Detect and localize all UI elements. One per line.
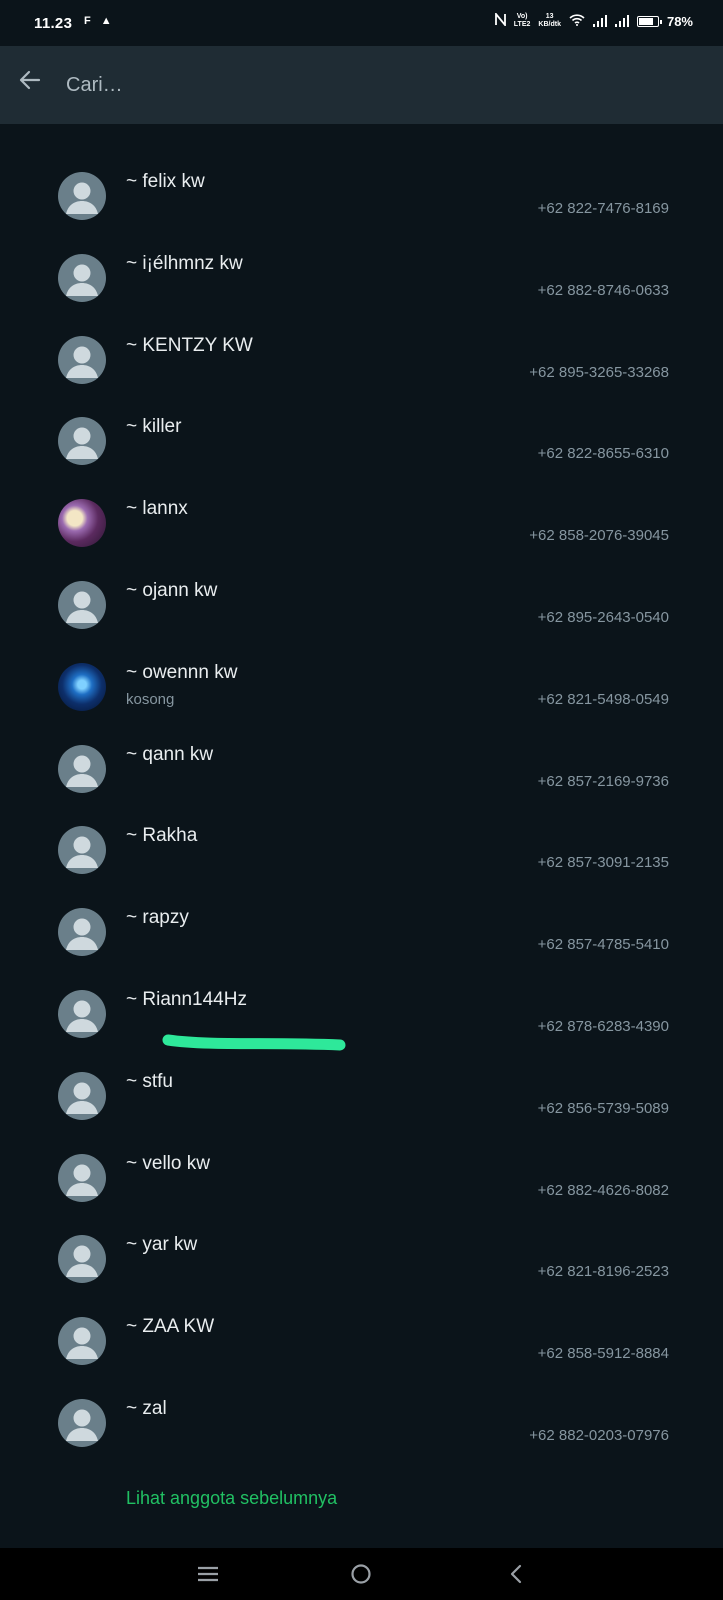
contact-row[interactable]: ~ stfu +62 856-5739-5089 [0,1044,723,1126]
contact-row[interactable]: ~ vello kw +62 882-4626-8082 [0,1126,723,1208]
default-avatar-icon [58,1398,106,1447]
home-button[interactable] [341,1558,381,1590]
status-notification-icons: F ▲ [84,15,112,27]
default-avatar-icon [58,335,106,384]
default-avatar-icon [58,172,106,220]
signal-icon [592,15,607,27]
default-avatar-icon [58,253,106,302]
contact-phone: +62 822-8655-6310 [537,445,669,463]
contact-name: ~ i¡élhmnz kw [126,252,243,274]
back-button[interactable] [12,62,48,98]
contact-phone: +62 858-5912-8884 [537,1345,669,1363]
contact-row[interactable]: ~ owennn kw kosong +62 821-5498-0549 [0,635,723,717]
home-circle-icon [351,1564,371,1584]
contact-name: ~ yar kw [126,1234,198,1256]
contact-name: ~ stfu [126,1070,173,1092]
search-header [0,46,723,124]
contact-phone: +62 821-8196-2523 [537,1263,669,1281]
navigation-bar [0,1548,723,1600]
contact-name: ~ qann kw [126,743,214,765]
contact-row[interactable]: ~ rapzy +62 857-4785-5410 [0,880,723,962]
contact-name: ~ Rakha [126,825,198,847]
contact-list: ~ felix kw +62 822-7476-8169 ~ i¡élhmnz kw… [0,144,723,1453]
contact-row[interactable]: ~ qann kw +62 857-2169-9736 [0,717,723,799]
notification-f-icon: F [84,15,91,27]
contact-row[interactable]: ~ felix kw +62 822-7476-8169 [0,144,723,226]
system-back-button[interactable] [496,1558,536,1590]
contact-name: ~ Riann144Hz [126,988,247,1010]
contact-phone: +62 895-2643-0540 [537,608,669,626]
arrow-left-icon [19,70,41,90]
contact-row[interactable]: ~ lannx +62 858-2076-39045 [0,471,723,553]
contact-phone: +62 856-5739-5089 [537,1099,669,1117]
contact-name: ~ felix kw [126,171,205,192]
contact-phone: +62 878-6283-4390 [537,1017,669,1035]
contact-name: ~ rapzy [126,907,189,929]
default-avatar-icon [58,580,106,629]
contact-phone: +62 857-2169-9736 [537,772,669,790]
contact-row[interactable]: ~ i¡élhmnz kw +62 882-8746-0633 [0,226,723,308]
avatar [58,662,106,711]
contact-name: ~ ZAA KW [126,1316,215,1338]
network-speed: 13 KB/dtk [538,13,561,28]
default-avatar-icon [58,1317,106,1366]
recent-apps-button[interactable] [188,1558,228,1590]
status-time: 11.23 [34,15,73,32]
menu-icon [198,1566,218,1582]
contact-name: ~ KENTZY KW [126,334,253,356]
contact-row[interactable]: ~ Rakha +62 857-3091-2135 [0,798,723,880]
contact-phone: +62 882-4626-8082 [537,1181,669,1199]
contact-name: ~ ojann kw [126,579,218,601]
default-avatar-icon [58,1071,106,1120]
highlight-stroke [162,1034,346,1051]
battery-icon [636,15,662,27]
contact-row[interactable]: ~ ZAA KW +62 858-5912-8884 [0,1289,723,1371]
default-avatar-icon [58,1153,106,1202]
contact-row[interactable]: ~ Riann144Hz +62 878-6283-4390 [0,962,723,1044]
contact-name: ~ lannx [126,498,188,520]
nfc-icon [494,11,506,29]
avatar [58,499,106,548]
signal-icon-2 [614,15,629,27]
contact-phone: +62 857-3091-2135 [537,854,669,872]
default-avatar-icon [58,826,106,875]
default-avatar-icon [58,1235,106,1284]
contact-name: ~ zal [126,1397,167,1419]
default-avatar-icon [58,908,106,957]
contact-row[interactable]: ~ killer +62 822-8655-6310 [0,389,723,471]
warning-triangle-icon: ▲ [100,15,112,27]
contact-name: ~ killer [126,416,182,438]
status-system-icons: Vo) LTE2 13 KB/dtk 78% [494,11,693,29]
contact-phone: +62 895-3265-33268 [529,363,669,381]
wifi-icon [569,13,585,29]
contact-phone: +62 857-4785-5410 [537,936,669,954]
contact-name: ~ owennn kw [126,661,238,683]
default-avatar-icon [58,417,106,466]
contact-row[interactable]: ~ ojann kw +62 895-2643-0540 [0,553,723,635]
default-avatar-icon [58,989,106,1038]
contact-row[interactable]: ~ yar kw +62 821-8196-2523 [0,1207,723,1289]
contact-about: kosong [126,690,175,708]
search-input[interactable] [66,68,666,102]
contact-phone: +62 882-8746-0633 [537,281,669,299]
contact-phone: +62 858-2076-39045 [529,527,669,545]
contact-phone: +62 822-7476-8169 [537,200,669,217]
see-previous-members-link[interactable]: Lihat anggota sebelumnya [126,1488,337,1509]
volte-indicator: Vo) LTE2 [513,13,531,28]
back-chevron-icon [510,1564,522,1584]
status-bar: 11.23 F ▲ Vo) LTE2 13 KB/dtk 78% [0,0,723,46]
contact-row[interactable]: ~ zal +62 882-0203-07976 [0,1371,723,1453]
contact-phone: +62 821-5498-0549 [537,690,669,708]
contact-phone: +62 882-0203-07976 [529,1426,669,1444]
contact-name: ~ vello kw [126,1152,210,1174]
contact-row[interactable]: ~ KENTZY KW +62 895-3265-33268 [0,308,723,390]
default-avatar-icon [58,744,106,793]
battery-percent: 78% [666,13,693,29]
